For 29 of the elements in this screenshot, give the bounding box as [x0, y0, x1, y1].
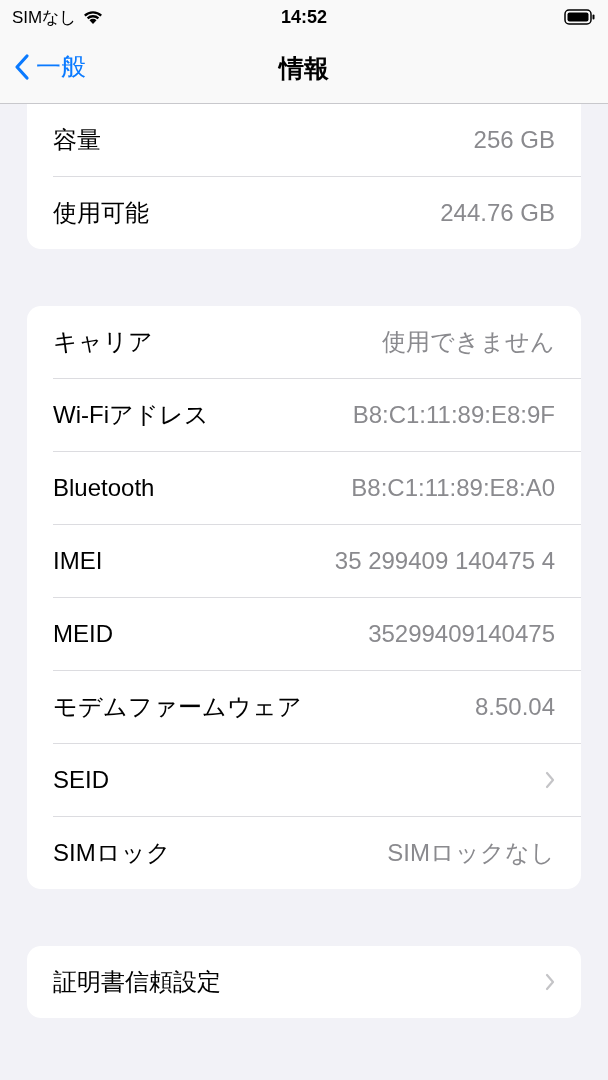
row-value: 256 GB — [473, 126, 555, 154]
row-label: Bluetooth — [53, 474, 155, 502]
back-button[interactable]: 一般 — [0, 50, 86, 83]
chevron-icon — [545, 771, 555, 789]
row-label: モデムファームウェア — [53, 692, 302, 722]
row-label: IMEI — [53, 547, 103, 575]
status-time: 14:52 — [281, 6, 327, 28]
row-label: 使用可能 — [53, 198, 149, 228]
row-value: SIMロックなし — [387, 838, 555, 868]
row-label: SIMロック — [53, 838, 171, 868]
row-value: 使用できません — [382, 327, 555, 357]
wifi-icon — [82, 9, 105, 25]
row-value: 244.76 GB — [440, 199, 555, 227]
row-value: B8:C1:11:89:E8:A0 — [351, 474, 555, 502]
chevron-icon — [545, 973, 555, 991]
row-label: SEID — [53, 766, 109, 794]
row-label: 証明書信頼設定 — [53, 967, 221, 997]
page-title: 情報 — [279, 53, 329, 84]
row-label: MEID — [53, 620, 113, 648]
back-chevron-icon — [14, 52, 30, 81]
row-value: B8:C1:11:89:E8:9F — [352, 401, 555, 429]
row-value: 35 299409 140475 4 — [334, 547, 555, 575]
battery-icon — [564, 9, 596, 25]
row-label: 容量 — [53, 125, 101, 155]
row-value: 8.50.04 — [474, 693, 555, 721]
carrier-text: SIMなし — [12, 6, 77, 29]
row-label: キャリア — [53, 327, 153, 357]
row-value: 35299409140475 — [368, 620, 555, 648]
row-label: Wi-Fiアドレス — [53, 400, 209, 430]
